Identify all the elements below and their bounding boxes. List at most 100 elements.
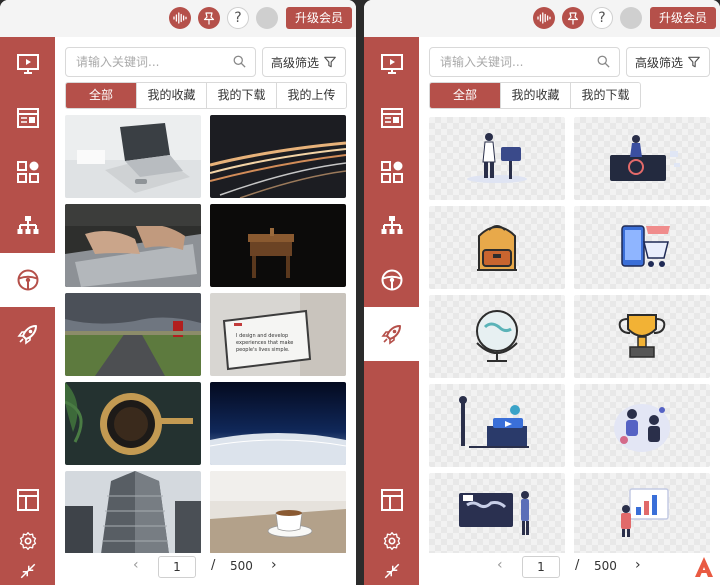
tab-downloads[interactable]: 我的下载: [570, 83, 640, 108]
photo-typing-hands[interactable]: [65, 204, 201, 287]
help-glyph: ?: [234, 10, 242, 26]
filter-label: 高级筛选: [270, 55, 319, 70]
tab-uploads[interactable]: 我的上传: [276, 83, 346, 108]
sidebar-item-steering[interactable]: [0, 253, 55, 307]
photo-light-trails[interactable]: [210, 115, 346, 198]
help-icon[interactable]: ?: [591, 7, 613, 29]
pin-icon[interactable]: [198, 7, 220, 29]
steering-wheel-icon: [381, 269, 402, 291]
gear-icon: [383, 532, 400, 550]
pin-icon[interactable]: [562, 7, 584, 29]
sidebar-item-slides[interactable]: [364, 37, 419, 91]
search-input[interactable]: [66, 48, 226, 76]
steering-wheel-icon: [17, 269, 38, 291]
waveform-icon[interactable]: [169, 7, 191, 29]
illustration-shopping-cart[interactable]: [574, 206, 710, 289]
advanced-filter-button[interactable]: 高级筛选: [262, 47, 346, 77]
page-input[interactable]: 1: [158, 556, 196, 578]
search-input[interactable]: [430, 48, 590, 76]
page-separator: /: [575, 558, 580, 573]
collapse-button[interactable]: [364, 557, 419, 585]
photo-coffee-cup-top[interactable]: [65, 382, 201, 465]
sidebar-item-layout[interactable]: [364, 473, 419, 527]
avatar[interactable]: [620, 7, 642, 29]
sidebar: [0, 37, 55, 585]
article-icon: [16, 108, 39, 128]
sidebar-item-hierarchy[interactable]: [364, 199, 419, 253]
layout-icon: [380, 489, 403, 511]
photo-laptop-quote[interactable]: I design and develop experiences that mak…: [210, 293, 346, 376]
layout-icon: [16, 489, 39, 511]
illustration-globe[interactable]: [429, 295, 565, 378]
illustration-analytics[interactable]: [574, 473, 710, 553]
page-input[interactable]: 1: [522, 556, 560, 578]
illustration-trophy[interactable]: [574, 295, 710, 378]
components-icon: [380, 161, 403, 183]
pagination: ‹ 1 / 500 ›: [55, 555, 356, 583]
gear-icon: [19, 532, 36, 550]
tab-favorites[interactable]: 我的收藏: [136, 83, 206, 108]
settings-button[interactable]: [364, 521, 419, 561]
waveform-icon[interactable]: [533, 7, 555, 29]
illustration-monitor-person[interactable]: [574, 117, 710, 200]
article-icon: [380, 108, 403, 128]
left-panel: ? 升级会员 请输入关键词... 高级筛选 全部 我的收藏 我的下载 我的上传 …: [0, 0, 356, 585]
sidebar-item-slides[interactable]: [0, 37, 55, 91]
tab-favorites[interactable]: 我的收藏: [500, 83, 570, 108]
sidebar-item-articles[interactable]: [0, 91, 55, 145]
tab-all[interactable]: 全部: [66, 83, 136, 108]
page-total: 500: [594, 559, 617, 573]
tab-all[interactable]: 全部: [430, 83, 500, 108]
pagination: ‹ 1 / 500 ›: [419, 555, 720, 583]
search-box: [65, 47, 256, 77]
avatar[interactable]: [256, 7, 278, 29]
settings-button[interactable]: [0, 521, 55, 561]
hierarchy-icon: [381, 216, 402, 234]
sidebar: [364, 37, 419, 585]
illustration-video-presentation[interactable]: [429, 384, 565, 467]
right-panel: ? 升级会员 请输入关键词... 高级筛选 全部 我的收藏 我的下载 ‹ 1 /…: [364, 0, 720, 585]
sidebar-item-steering[interactable]: [364, 253, 419, 307]
photo-skyscraper[interactable]: [65, 471, 201, 553]
sidebar-item-rocket[interactable]: [364, 307, 419, 361]
search-icon[interactable]: [596, 54, 611, 69]
advanced-filter-button[interactable]: 高级筛选: [626, 47, 710, 77]
help-icon[interactable]: ?: [227, 7, 249, 29]
sidebar-item-rocket[interactable]: [0, 307, 55, 361]
tab-downloads[interactable]: 我的下载: [206, 83, 276, 108]
sidebar-item-articles[interactable]: [364, 91, 419, 145]
next-page-button[interactable]: ›: [635, 557, 641, 573]
photo-wooden-chair[interactable]: [210, 204, 346, 287]
photo-laptop-desk[interactable]: [65, 115, 201, 198]
next-page-button[interactable]: ›: [271, 557, 277, 573]
sidebar-item-components[interactable]: [0, 145, 55, 199]
collapse-icon: [384, 563, 399, 579]
photo-countryside-road[interactable]: [65, 293, 201, 376]
upgrade-button[interactable]: 升级会员: [286, 7, 352, 29]
illustration-world-map[interactable]: [429, 473, 565, 553]
search-icon[interactable]: [232, 54, 247, 69]
upgrade-button[interactable]: 升级会员: [650, 7, 716, 29]
rocket-icon: [380, 325, 401, 345]
slideshow-icon: [380, 54, 403, 74]
help-glyph: ?: [598, 10, 606, 26]
tab-bar: 全部 我的收藏 我的下载: [429, 82, 641, 109]
slideshow-icon: [16, 54, 39, 74]
sidebar-item-layout[interactable]: [0, 473, 55, 527]
quote-text: I design and develop experiences that mak…: [236, 333, 293, 353]
top-bar: ? 升级会员: [364, 0, 720, 37]
prev-page-button[interactable]: ‹: [497, 557, 503, 573]
page-separator: /: [211, 558, 216, 573]
illustration-mailbox-person[interactable]: [429, 117, 565, 200]
prev-page-button[interactable]: ‹: [133, 557, 139, 573]
page-total: 500: [230, 559, 253, 573]
sidebar-item-components[interactable]: [364, 145, 419, 199]
illustration-backpack[interactable]: [429, 206, 565, 289]
search-box: [429, 47, 620, 77]
photo-earth-horizon[interactable]: [210, 382, 346, 465]
photo-coffee-window[interactable]: [210, 471, 346, 553]
illustration-grid: [429, 115, 710, 553]
sidebar-item-hierarchy[interactable]: [0, 199, 55, 253]
illustration-team-chat[interactable]: [574, 384, 710, 467]
collapse-button[interactable]: [0, 557, 55, 585]
